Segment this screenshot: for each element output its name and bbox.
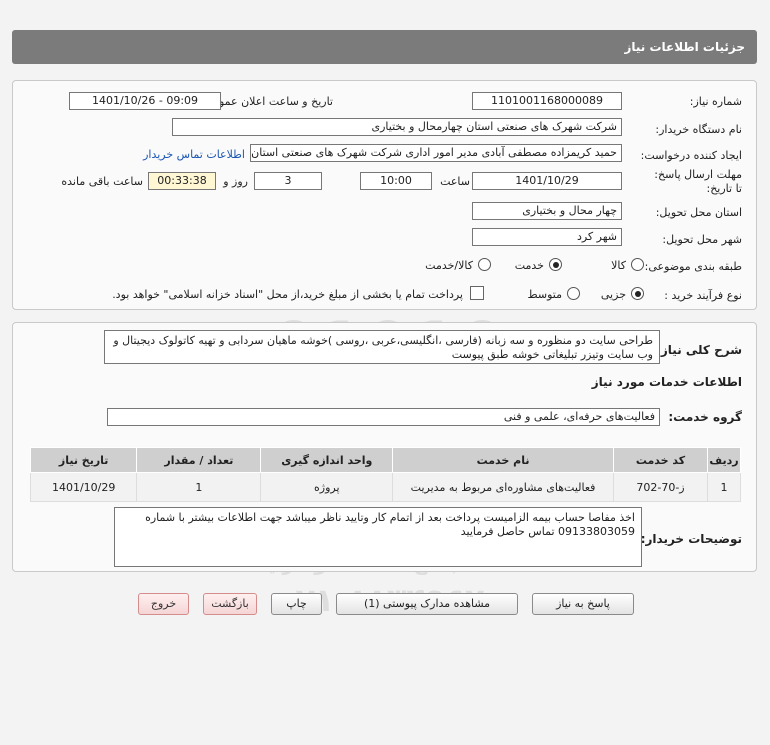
services-section-title: اطلاعات خدمات مورد نیاز (591, 375, 742, 389)
remaining-time-field: 00:33:38 (148, 172, 216, 190)
summary-label: شرح کلی نیاز: (656, 343, 742, 357)
cell-qty: 1 (136, 472, 262, 502)
announce-datetime-field: 1401/10/26 - 09:09 (69, 92, 221, 110)
reply-button[interactable]: پاسخ به نیاز (532, 593, 634, 615)
services-table-header: ردیف کد خدمت نام خدمت واحد اندازه گیری ت… (29, 447, 741, 473)
cell-index: 1 (707, 472, 741, 502)
column-header-unit: واحد اندازه گیری (260, 447, 394, 473)
creator-field: حمید کریمزاده مصطفی آبادی مدیر امور ادار… (250, 144, 622, 162)
back-button[interactable]: بازگشت (203, 593, 257, 615)
category-radio-service[interactable] (549, 258, 562, 271)
need-number-label: شماره نیاز: (689, 95, 742, 108)
column-header-date: تاریخ نیاز (29, 447, 138, 473)
cell-unit: پروژه (260, 472, 394, 502)
need-number-field: 1101001168000089 (472, 92, 622, 110)
exit-button[interactable]: خروج (138, 593, 189, 615)
process-option-medium: متوسط (527, 288, 562, 301)
category-radio-goods[interactable] (631, 258, 644, 271)
province-label: استان محل تحویل: (655, 206, 742, 219)
category-option-service: خدمت (514, 259, 544, 272)
deadline-date-field: 1401/10/29 (472, 172, 622, 190)
category-label: طبقه بندی موضوعی: (644, 260, 742, 273)
services-table: ردیف کد خدمت نام خدمت واحد اندازه گیری ت… (29, 447, 741, 502)
need-details-panel (12, 80, 757, 310)
page-title-bar: جزئیات اطلاعات نیاز (12, 30, 757, 64)
column-header-name: نام خدمت (392, 447, 614, 473)
cell-code: ز-70-702 (612, 472, 709, 502)
print-button[interactable]: چاپ (271, 593, 322, 615)
buyer-notes-text: اخذ مفاصا حساب بیمه الزامیست پرداخت بعد … (114, 507, 642, 567)
buyer-notes-label: توضیحات خریدار: (640, 532, 742, 546)
category-radio-goods-service[interactable] (478, 258, 491, 271)
treasury-payment-checkbox[interactable] (470, 286, 484, 300)
city-field: شهر کرد (472, 228, 622, 246)
process-radio-minor[interactable] (631, 287, 644, 300)
treasury-payment-note: پرداخت تمام یا بخشی از مبلغ خرید،از محل … (112, 288, 463, 301)
column-header-code: کد خدمت (612, 447, 709, 473)
category-option-goods: کالا (611, 259, 626, 272)
view-attachments-button[interactable]: مشاهده مدارک پیوستی (1) (336, 593, 518, 615)
column-header-index: ردیف (707, 447, 741, 473)
creator-label: ایجاد کننده درخواست: (640, 149, 742, 162)
deadline-label: مهلت ارسال پاسخ: تا تاریخ: (654, 168, 742, 195)
process-type-label: نوع فرآیند خرید : (664, 289, 742, 302)
deadline-time-field: 10:00 (360, 172, 432, 190)
city-label: شهر محل تحویل: (662, 233, 742, 246)
buyer-contact-link[interactable]: اطلاعات تماس خریدار (143, 148, 245, 161)
process-option-minor: جزیی (600, 288, 626, 301)
days-label: روز و (223, 175, 248, 188)
buyer-org-label: نام دستگاه خریدار: (655, 123, 742, 136)
cell-name: فعالیت‌های مشاوره‌ای مربوط به مدیریت (392, 472, 614, 502)
days-field: 3 (254, 172, 322, 190)
service-group-field: فعالیت‌های حرفه‌ای، علمی و فنی (107, 408, 660, 426)
process-radio-medium[interactable] (567, 287, 580, 300)
deadline-time-label: ساعت (440, 175, 470, 188)
summary-text: طراحی سایت دو منظوره و سه زبانه (فارسی ،… (104, 330, 660, 364)
table-row: 1 ز-70-702 فعالیت‌های مشاوره‌ای مربوط به… (29, 472, 741, 502)
province-field: چهار محال و بختیاری (472, 202, 622, 220)
category-option-goods-service: کالا/خدمت (425, 259, 473, 272)
buyer-org-field: شرکت شهرک های صنعتی استان چهارمحال و بخت… (172, 118, 622, 136)
page-title: جزئیات اطلاعات نیاز (624, 40, 745, 54)
column-header-qty: تعداد / مقدار (136, 447, 262, 473)
service-group-label: گروه خدمت: (668, 410, 742, 424)
cell-date: 1401/10/29 (29, 472, 138, 502)
remaining-time-label: ساعت باقی مانده (61, 175, 143, 188)
